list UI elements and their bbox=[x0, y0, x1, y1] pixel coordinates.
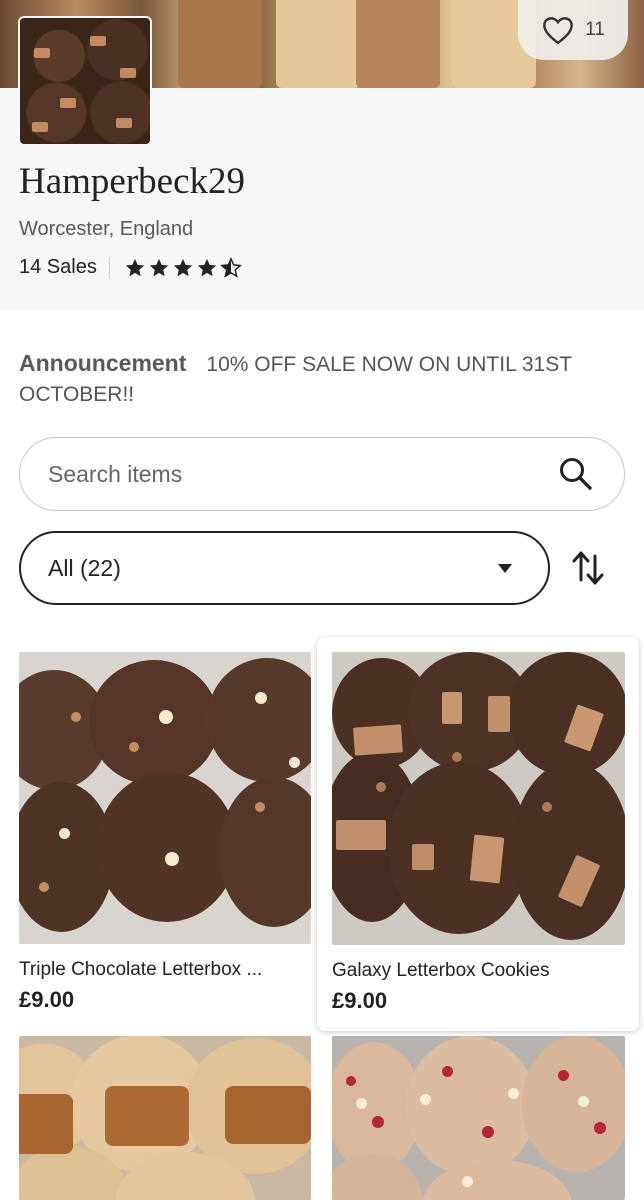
avatar-chunk bbox=[116, 118, 132, 128]
sales-count: 14 Sales bbox=[19, 256, 97, 278]
white-chip bbox=[462, 1176, 473, 1187]
shop-sales-rating: 14 Sales bbox=[19, 256, 242, 279]
avatar-chunk bbox=[120, 68, 136, 78]
listing-price: £9.00 bbox=[19, 987, 75, 1012]
banner-biscuit bbox=[356, 0, 440, 88]
favorite-shop-button[interactable]: 11 bbox=[518, 0, 628, 60]
avatar-chunk bbox=[60, 98, 76, 108]
white-chip bbox=[508, 1088, 519, 1099]
cookie bbox=[332, 1154, 422, 1200]
filter-selected-value: All (22) bbox=[48, 555, 121, 581]
listing-image[interactable] bbox=[19, 652, 311, 944]
search-bar[interactable] bbox=[19, 437, 625, 511]
raspberry-piece bbox=[372, 1116, 384, 1128]
cookie bbox=[219, 777, 311, 927]
white-chip bbox=[59, 828, 70, 839]
sort-arrows-icon[interactable] bbox=[570, 548, 606, 588]
search-icon[interactable] bbox=[558, 456, 594, 492]
announcement: Announcement 10% OFF SALE NOW ON UNTIL 31… bbox=[19, 348, 619, 410]
white-chip bbox=[356, 1098, 367, 1109]
milk-chip bbox=[255, 802, 265, 812]
banner-biscuit bbox=[178, 0, 262, 88]
biscuit-topping bbox=[105, 1086, 189, 1146]
milk-chip bbox=[542, 802, 552, 812]
listing-card[interactable] bbox=[317, 1036, 639, 1200]
cookie bbox=[89, 660, 219, 785]
listing-card[interactable]: Galaxy Letterbox Cookies £9.00 bbox=[317, 637, 639, 1031]
star-icon bbox=[125, 258, 145, 276]
listing-title[interactable]: Galaxy Letterbox Cookies bbox=[332, 960, 627, 982]
white-chip bbox=[159, 710, 173, 724]
listing-price: £9.00 bbox=[332, 988, 388, 1013]
announcement-label: Announcement bbox=[19, 350, 187, 376]
raspberry-piece bbox=[442, 1066, 453, 1077]
biscuit-topping bbox=[19, 1094, 73, 1154]
cookie bbox=[97, 772, 237, 922]
avatar-chunk bbox=[32, 122, 48, 132]
listing-card[interactable]: Triple Chocolate Letterbox ... £9.00 bbox=[0, 636, 318, 1030]
milk-chip bbox=[129, 742, 139, 752]
raspberry-piece bbox=[346, 1076, 356, 1086]
cookie bbox=[522, 1036, 625, 1172]
avatar-chunk bbox=[90, 36, 106, 46]
listing-card[interactable] bbox=[0, 1036, 318, 1200]
listing-image[interactable] bbox=[332, 652, 625, 945]
star-icon bbox=[197, 258, 217, 276]
milk-chip bbox=[39, 882, 49, 892]
raspberry-piece bbox=[482, 1126, 494, 1138]
white-chip bbox=[420, 1094, 431, 1105]
cookie bbox=[388, 762, 530, 934]
white-chip bbox=[578, 1096, 589, 1107]
rating-stars[interactable] bbox=[124, 256, 242, 279]
chocolate-chunk bbox=[442, 692, 462, 724]
biscuit-topping bbox=[225, 1086, 311, 1144]
listing-title[interactable]: Triple Chocolate Letterbox ... bbox=[19, 959, 304, 981]
caret-down-icon bbox=[498, 564, 512, 573]
avatar-chunk bbox=[34, 48, 50, 58]
shop-location: Worcester, England bbox=[19, 218, 194, 240]
white-chip bbox=[255, 692, 267, 704]
cookie bbox=[406, 1036, 536, 1176]
heart-icon bbox=[543, 17, 573, 45]
milk-chip bbox=[71, 712, 81, 722]
chocolate-chunk bbox=[412, 844, 434, 870]
chocolate-chunk bbox=[336, 820, 386, 850]
raspberry-piece bbox=[558, 1070, 569, 1081]
cookie bbox=[512, 762, 625, 940]
favorites-count: 11 bbox=[585, 19, 605, 40]
white-chip bbox=[289, 757, 300, 768]
cookie bbox=[508, 652, 625, 776]
milk-chip bbox=[376, 782, 386, 792]
white-chip bbox=[165, 852, 179, 866]
star-icon bbox=[149, 258, 169, 276]
half-star-icon bbox=[219, 256, 242, 278]
shop-header: Hamperbeck29 Worcester, England 14 Sales bbox=[0, 16, 644, 310]
banner-biscuit bbox=[276, 0, 360, 88]
search-input[interactable] bbox=[48, 438, 528, 510]
shop-name: Hamperbeck29 bbox=[19, 161, 246, 202]
milk-chip bbox=[452, 752, 462, 762]
chocolate-chunk bbox=[469, 834, 505, 884]
raspberry-piece bbox=[594, 1122, 606, 1134]
chocolate-chunk bbox=[353, 724, 403, 756]
shop-avatar[interactable] bbox=[18, 16, 152, 146]
listing-image[interactable] bbox=[19, 1036, 311, 1200]
section-filter-dropdown[interactable]: All (22) bbox=[19, 531, 550, 605]
divider bbox=[108, 256, 110, 279]
listing-image[interactable] bbox=[332, 1036, 625, 1200]
chocolate-chunk bbox=[488, 696, 510, 732]
star-icon bbox=[173, 258, 193, 276]
